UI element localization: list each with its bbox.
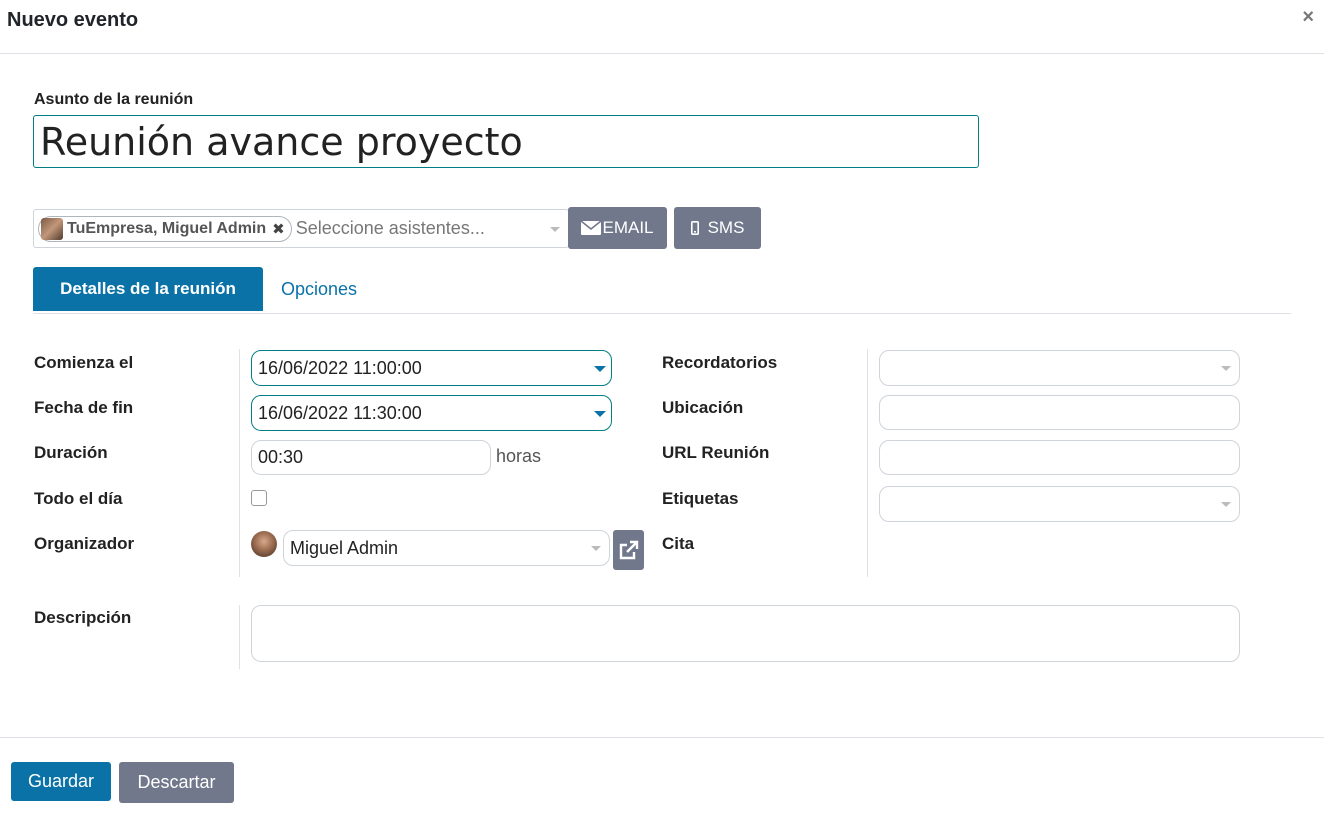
start-datetime-input[interactable]: 16/06/2022 11:00:00 (251, 350, 612, 386)
end-label: Fecha de fin (34, 398, 134, 417)
mobile-icon (690, 221, 699, 235)
duration-unit: horas (496, 446, 542, 466)
organizer-label: Organizador (34, 534, 135, 553)
attendees-field[interactable]: TuEmpresa, Miguel Admin ✖ Seleccione asi… (33, 209, 569, 248)
dialog-header: Nuevo evento × (0, 0, 1324, 54)
chevron-down-icon[interactable] (591, 546, 601, 551)
chevron-down-icon[interactable] (594, 411, 606, 417)
close-icon[interactable]: × (1302, 6, 1314, 29)
tags-label: Etiquetas (662, 489, 739, 508)
reminders-select[interactable] (879, 350, 1240, 386)
sms-button[interactable]: SMS (674, 207, 761, 249)
tab-bar: Detalles de la reunión Opciones (33, 267, 1291, 314)
duration-input[interactable]: 00:30 (251, 440, 491, 475)
start-datetime-value: 16/06/2022 11:00:00 (258, 357, 422, 378)
organizer-select[interactable]: Miguel Admin (283, 530, 610, 566)
all-day-label: Todo el día (34, 489, 123, 508)
chevron-down-icon[interactable] (550, 227, 560, 232)
attendee-avatar (41, 217, 63, 240)
meeting-url-label: URL Reunión (662, 443, 770, 462)
email-button[interactable]: EMAIL (568, 207, 667, 249)
save-button[interactable]: Guardar (11, 762, 111, 801)
divider (239, 605, 240, 669)
avatar (251, 531, 277, 557)
external-link-icon (619, 540, 638, 560)
chevron-down-icon[interactable] (594, 366, 606, 372)
divider (239, 349, 240, 577)
subject-input[interactable]: Reunión avance proyecto (33, 115, 979, 168)
chevron-down-icon[interactable] (1221, 502, 1231, 507)
external-link-button[interactable] (613, 530, 644, 570)
duration-label: Duración (34, 443, 108, 462)
attendee-tag-label: TuEmpresa, Miguel Admin (67, 219, 267, 237)
tab-meeting-details[interactable]: Detalles de la reunión (33, 267, 263, 311)
description-field[interactable] (251, 605, 1240, 662)
tags-select[interactable] (879, 486, 1240, 522)
attendee-tag: TuEmpresa, Miguel Admin ✖ (38, 215, 292, 242)
remove-tag-icon[interactable]: ✖ (272, 220, 285, 238)
tab-options[interactable]: Opciones (281, 279, 357, 300)
start-label: Comienza el (34, 353, 134, 372)
end-datetime-value: 16/06/2022 11:30:00 (258, 402, 422, 423)
envelope-icon (581, 221, 602, 235)
sms-button-label: SMS (707, 218, 745, 237)
reminders-label: Recordatorios (662, 353, 778, 372)
location-label: Ubicación (662, 398, 744, 417)
divider (867, 349, 868, 577)
chevron-down-icon[interactable] (1221, 366, 1231, 371)
description-label: Descripción (34, 608, 132, 627)
meeting-url-input[interactable] (879, 440, 1240, 475)
discard-button[interactable]: Descartar (119, 762, 234, 803)
all-day-checkbox[interactable] (251, 490, 267, 506)
dialog-title: Nuevo evento (7, 9, 139, 31)
end-datetime-input[interactable]: 16/06/2022 11:30:00 (251, 395, 612, 431)
appointment-label: Cita (662, 534, 695, 553)
attendees-placeholder[interactable]: Seleccione asistentes... (296, 218, 485, 239)
email-button-label: EMAIL (602, 218, 654, 237)
subject-label: Asunto de la reunión (34, 91, 194, 108)
location-input[interactable] (879, 395, 1240, 430)
organizer-value: Miguel Admin (290, 537, 399, 558)
